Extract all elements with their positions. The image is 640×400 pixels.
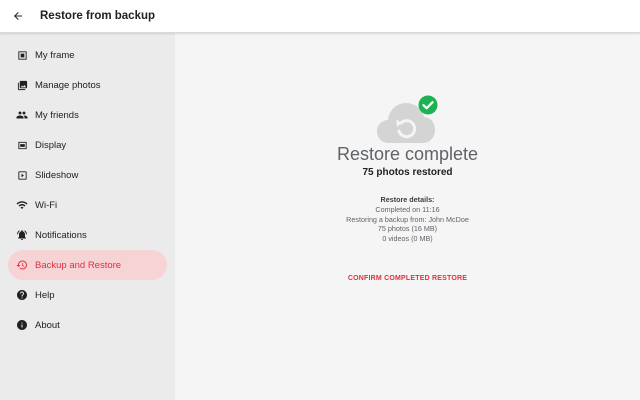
sidebar: My frame Manage photos My friends Displa… (0, 33, 175, 400)
page-title: Restore from backup (40, 10, 156, 22)
sidebar-item-label: My friends (35, 109, 79, 121)
restore-detail-line: Completed on 11:16 (375, 204, 440, 214)
sidebar-item-label: About (35, 319, 60, 331)
sidebar-nav: My frame Manage photos My friends Displa… (0, 33, 175, 340)
sidebar-item-label: Notifications (35, 229, 87, 241)
sidebar-item-backup-and-restore[interactable]: Backup and Restore (0, 250, 175, 280)
main-content: Restore complete 75 photos restored Rest… (175, 33, 640, 400)
sidebar-item-label: My frame (35, 49, 75, 61)
restore-status-graphic (375, 95, 438, 147)
photo-library-icon (16, 79, 28, 91)
frame-icon (16, 49, 28, 61)
sidebar-item-slideshow[interactable]: Slideshow (0, 160, 175, 190)
app-bar: Restore from backup (0, 0, 640, 33)
sidebar-item-label: Backup and Restore (35, 259, 122, 271)
info-icon (16, 319, 28, 331)
restore-detail-line: 75 photos (16 MB) (377, 224, 438, 234)
restore-summary: 75 photos restored (362, 167, 453, 178)
sidebar-item-about[interactable]: About (0, 310, 175, 340)
sidebar-item-label: Display (35, 139, 67, 151)
sidebar-item-label: Help (35, 289, 55, 301)
restore-details-heading: Restore details: (380, 195, 435, 204)
bell-icon (16, 229, 28, 241)
check-circle-icon (418, 95, 438, 115)
restore-title: Restore complete (336, 144, 479, 164)
display-icon (16, 139, 28, 151)
restore-details: Restore details: Completed on 11:16 Rest… (175, 195, 640, 244)
sidebar-item-help[interactable]: Help (0, 280, 175, 310)
sidebar-item-notifications[interactable]: Notifications (0, 220, 175, 250)
sidebar-item-label: Wi-Fi (35, 199, 58, 211)
people-icon (16, 109, 28, 121)
restore-detail-line: 0 videos (0 MB) (382, 234, 433, 244)
arrow-back-icon (14, 12, 22, 20)
restore-icon (16, 259, 28, 271)
sidebar-item-my-frame[interactable]: My frame (0, 40, 175, 70)
slideshow-icon (16, 169, 28, 181)
restore-detail-line: Restoring a backup from: John McDoe (346, 214, 469, 224)
sidebar-item-display[interactable]: Display (0, 130, 175, 160)
sidebar-item-label: Manage photos (35, 79, 101, 91)
sidebar-item-label: Slideshow (35, 169, 79, 181)
sidebar-item-wifi[interactable]: Wi-Fi (0, 190, 175, 220)
back-button[interactable] (0, 0, 36, 33)
sidebar-item-my-friends[interactable]: My friends (0, 100, 175, 130)
confirm-restore-button[interactable]: CONFIRM COMPLETED RESTORE (175, 275, 640, 282)
sidebar-item-manage-photos[interactable]: Manage photos (0, 70, 175, 100)
help-icon (16, 289, 28, 301)
wifi-icon (16, 199, 28, 211)
